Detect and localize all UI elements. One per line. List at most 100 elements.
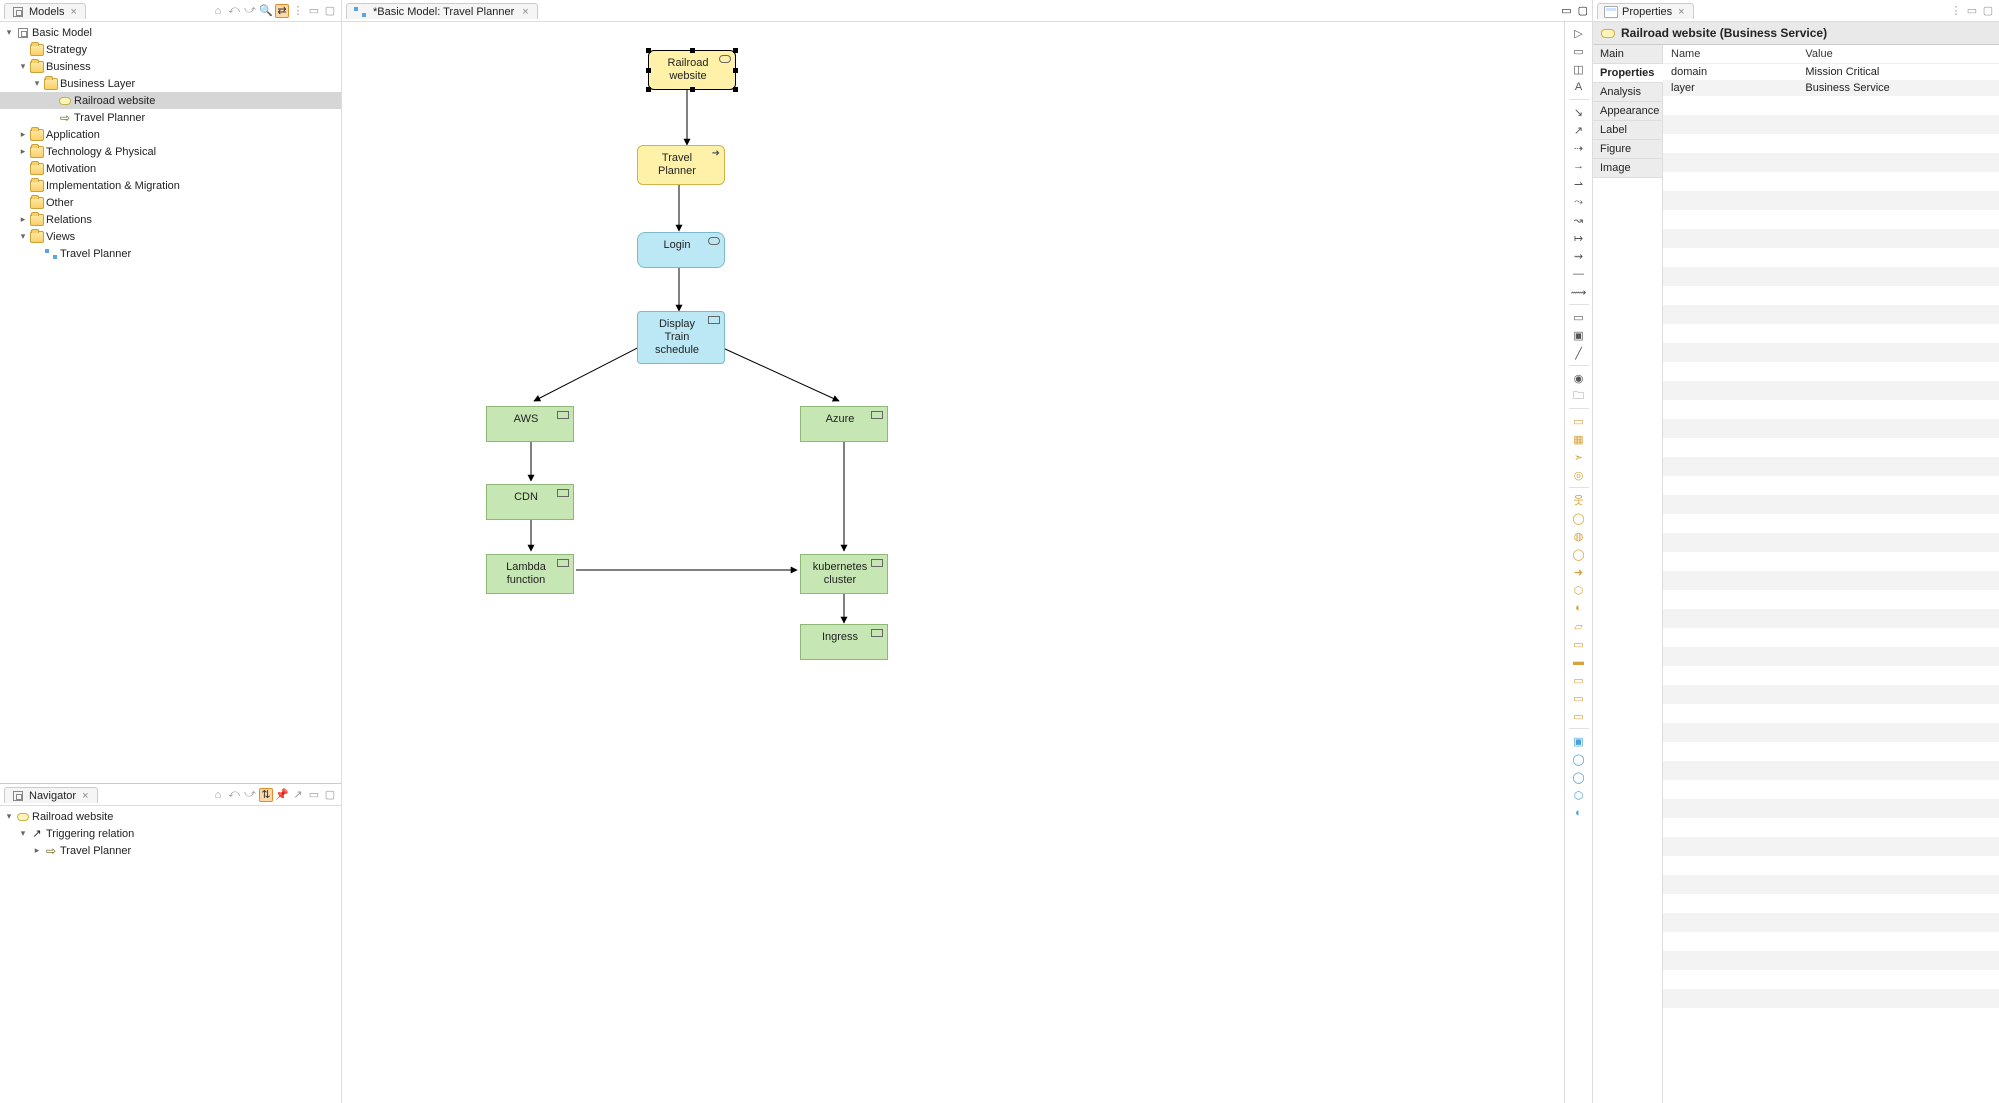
prop-tab-appearance[interactable]: Appearance [1593, 102, 1662, 121]
palette-rel-2-icon[interactable]: ↗ [1568, 122, 1590, 138]
minimize-icon[interactable]: ▭ [307, 4, 321, 18]
tree-item-travel-planner[interactable]: ⇨Travel Planner [0, 109, 341, 126]
nav-item-railroad[interactable]: ▾Railroad website [0, 808, 341, 825]
menu-icon[interactable]: ⋮ [1949, 4, 1963, 18]
chevron-down-icon[interactable]: ▾ [18, 61, 28, 72]
table-row[interactable]: domainMission Critical [1663, 64, 1999, 81]
palette-biz-4-icon[interactable]: ◎ [1568, 467, 1590, 483]
close-icon[interactable]: × [68, 6, 78, 18]
chevron-right-icon[interactable]: ▸ [18, 129, 28, 140]
palette-event-icon[interactable]: ▱ [1568, 618, 1590, 634]
tree-item-strategy[interactable]: Strategy [0, 41, 341, 58]
models-tab[interactable]: Models × [4, 3, 86, 19]
palette-interaction-icon[interactable]: ◐ [1568, 600, 1590, 616]
minimize-icon[interactable]: ▭ [307, 788, 321, 802]
palette-app-3-icon[interactable]: ◯ [1568, 769, 1590, 785]
node-azure[interactable]: Azure [800, 406, 888, 442]
tree-item-application[interactable]: ▸Application [0, 126, 341, 143]
maximize-icon[interactable]: ▢ [323, 4, 337, 18]
node-travel-planner[interactable]: Travel Planner [637, 145, 725, 185]
palette-app-2-icon[interactable]: ◯ [1568, 751, 1590, 767]
prop-tab-label[interactable]: Label [1593, 121, 1662, 140]
palette-rel-9-icon[interactable]: ⇝ [1568, 248, 1590, 264]
properties-table[interactable]: Name Value domainMission Critical layerB… [1663, 45, 1999, 1103]
tree-item-views[interactable]: ▾Views [0, 228, 341, 245]
palette-product-icon[interactable]: ▭ [1568, 708, 1590, 724]
prop-tab-analysis[interactable]: Analysis [1593, 83, 1662, 102]
toolbar-back-icon[interactable]: ⤺ [227, 788, 241, 802]
node-lambda[interactable]: Lambda function [486, 554, 574, 594]
prop-tab-main[interactable]: Main [1593, 45, 1662, 64]
tree-item-basic-model[interactable]: ▾Basic Model [0, 24, 341, 41]
palette-function-icon[interactable]: ⬡ [1568, 582, 1590, 598]
palette-app-4-icon[interactable]: ⬡ [1568, 787, 1590, 803]
palette-rel-6-icon[interactable]: ⤳ [1568, 194, 1590, 210]
palette-rel-3-icon[interactable]: ⇢ [1568, 140, 1590, 156]
palette-process-icon[interactable]: ➜ [1568, 564, 1590, 580]
node-display-train[interactable]: Display Train schedule [637, 311, 725, 364]
palette-app-1-icon[interactable]: ▣ [1568, 733, 1590, 749]
palette-location-icon[interactable]: ◉ [1568, 370, 1590, 386]
node-cdn[interactable]: CDN [486, 484, 574, 520]
toolbar-forward-icon[interactable]: ⤻ [243, 4, 257, 18]
palette-line-icon[interactable]: ╱ [1568, 345, 1590, 361]
palette-rel-10-icon[interactable]: — [1568, 266, 1590, 282]
chevron-right-icon[interactable]: ▸ [32, 845, 42, 856]
open-icon[interactable]: ↗ [291, 788, 305, 802]
toolbar-home-icon[interactable]: ⌂ [211, 4, 225, 18]
node-railroad-website[interactable]: Railroad website [648, 50, 736, 90]
palette-biz-2-icon[interactable]: ▦ [1568, 431, 1590, 447]
chevron-down-icon[interactable]: ▾ [4, 811, 14, 822]
nav-mode-icon[interactable]: ⇅ [259, 788, 273, 802]
palette-format-icon[interactable]: A [1568, 79, 1590, 95]
table-row[interactable]: layerBusiness Service [1663, 80, 1999, 96]
palette-note-icon[interactable]: ▭ [1568, 309, 1590, 325]
chevron-down-icon[interactable]: ▾ [4, 27, 14, 38]
palette-rep-icon[interactable]: ▭ [1568, 690, 1590, 706]
node-k8s[interactable]: kubernetes cluster [800, 554, 888, 594]
chevron-down-icon[interactable]: ▾ [18, 231, 28, 242]
palette-service-icon[interactable]: ▭ [1568, 636, 1590, 652]
tree-item-business-layer[interactable]: ▾Business Layer [0, 75, 341, 92]
editor-tab[interactable]: *Basic Model: Travel Planner × [346, 3, 538, 19]
palette-role-icon[interactable]: ◯ [1568, 510, 1590, 526]
tree-item-impl-migration[interactable]: Implementation & Migration [0, 177, 341, 194]
tree-item-other[interactable]: Other [0, 194, 341, 211]
palette-pointer-icon[interactable]: ▷ [1568, 25, 1590, 41]
palette-rel-8-icon[interactable]: ↦ [1568, 230, 1590, 246]
palette-app-5-icon[interactable]: ◐ [1568, 805, 1590, 821]
maximize-icon[interactable]: ▢ [1981, 4, 1995, 18]
maximize-icon[interactable]: ▢ [1578, 4, 1588, 17]
chevron-right-icon[interactable]: ▸ [18, 214, 28, 225]
chevron-down-icon[interactable]: ▾ [18, 828, 28, 839]
palette-rel-7-icon[interactable]: ↝ [1568, 212, 1590, 228]
palette-marquee-icon[interactable]: ◫ [1568, 61, 1590, 77]
palette-select-icon[interactable]: ▭ [1568, 43, 1590, 59]
palette-rel-11-icon[interactable]: ⟿ [1568, 284, 1590, 300]
palette-folder-icon[interactable]: 🗀 [1568, 388, 1590, 404]
prop-tab-image[interactable]: Image [1593, 159, 1662, 178]
menu-icon[interactable]: ⋮ [291, 4, 305, 18]
tree-item-view-travel[interactable]: Travel Planner [0, 245, 341, 262]
palette-interface-icon[interactable]: ◯ [1568, 546, 1590, 562]
prop-tab-figure[interactable]: Figure [1593, 140, 1662, 159]
tree-item-relations[interactable]: ▸Relations [0, 211, 341, 228]
navigator-tab[interactable]: Navigator × [4, 787, 98, 803]
chevron-down-icon[interactable]: ▾ [32, 78, 42, 89]
palette-contract-icon[interactable]: ▭ [1568, 672, 1590, 688]
prop-tab-properties[interactable]: Properties [1593, 64, 1663, 83]
palette-object-icon[interactable]: ▬ [1568, 654, 1590, 670]
minimize-icon[interactable]: ▭ [1965, 4, 1979, 18]
palette-group-icon[interactable]: ▣ [1568, 327, 1590, 343]
properties-tab[interactable]: Properties × [1597, 3, 1694, 19]
palette-collab-icon[interactable]: ◍ [1568, 528, 1590, 544]
nav-item-trigger[interactable]: ▾↗Triggering relation [0, 825, 341, 842]
pin-icon[interactable]: 📌 [275, 788, 289, 802]
toolbar-forward-icon[interactable]: ⤻ [243, 788, 257, 802]
node-login[interactable]: Login [637, 232, 725, 268]
search-icon[interactable]: 🔍 [259, 4, 273, 18]
tree-item-tech-phys[interactable]: ▸Technology & Physical [0, 143, 341, 160]
col-name[interactable]: Name [1663, 45, 1797, 64]
tree-item-railroad-website[interactable]: Railroad website [0, 92, 341, 109]
link-editor-icon[interactable]: ⇄ [275, 4, 289, 18]
